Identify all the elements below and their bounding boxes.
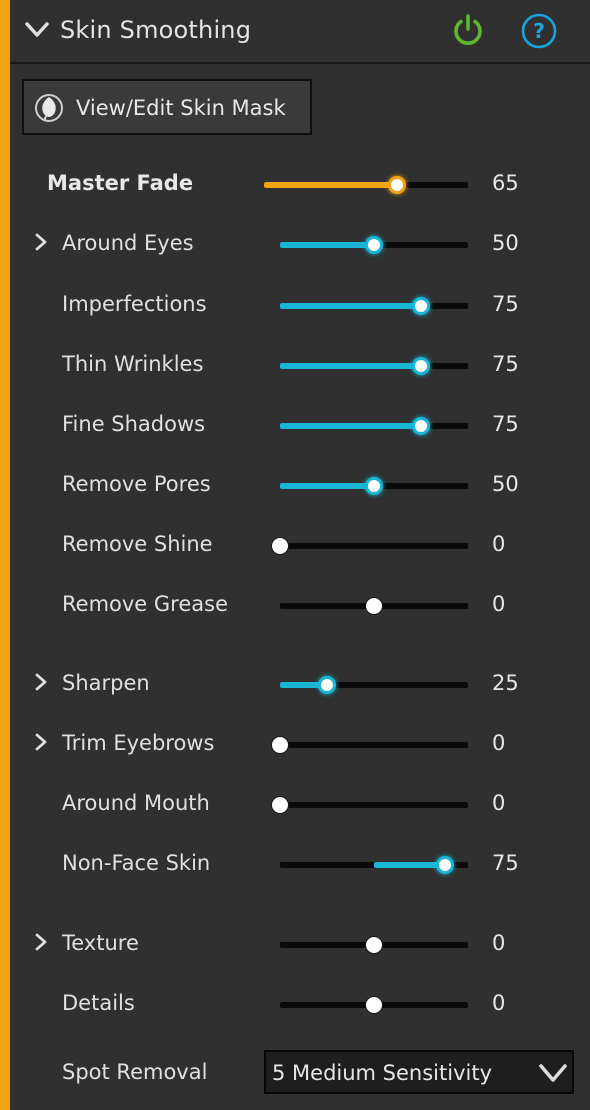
- slider-thumb[interactable]: [365, 477, 383, 495]
- slider-row: Details 0: [10, 984, 590, 1024]
- slider-row: Fine Shadows 75: [10, 405, 590, 445]
- slider-value: 0: [492, 532, 506, 556]
- slider-label: Trim Eyebrows: [62, 731, 215, 755]
- slider-thumb[interactable]: [412, 417, 430, 435]
- slider-value: 0: [492, 731, 506, 755]
- slider-value: 25: [492, 671, 519, 695]
- slider-row: Around Mouth 0: [10, 784, 590, 824]
- slider-thumb[interactable]: [412, 357, 430, 375]
- slider-label: Imperfections: [62, 292, 207, 316]
- slider-track[interactable]: [271, 537, 468, 555]
- slider-track[interactable]: [280, 936, 468, 954]
- chevron-down-icon: [539, 1064, 567, 1082]
- slider-thumb[interactable]: [271, 796, 289, 814]
- spot-removal-label: Spot Removal: [62, 1060, 208, 1084]
- slider-row: Around Eyes 50: [10, 224, 590, 264]
- slider-track[interactable]: [280, 477, 468, 495]
- slider-row: Sharpen 25: [10, 664, 590, 704]
- slider-label: Remove Grease: [62, 592, 228, 616]
- slider-thumb[interactable]: [365, 936, 383, 954]
- slider-value: 50: [492, 231, 519, 255]
- slider-thumb[interactable]: [318, 676, 336, 694]
- spot-removal-value: 5 Medium Sensitivity: [272, 1061, 493, 1085]
- skin-smoothing-panel: Skin Smoothing ? View/Edit Skin Mask Mas…: [10, 0, 590, 1110]
- view-edit-skin-mask-button[interactable]: View/Edit Skin Mask: [22, 79, 312, 135]
- panel-title: Skin Smoothing: [60, 16, 252, 44]
- slider-fill: [280, 423, 421, 429]
- slider-value: 0: [492, 931, 506, 955]
- slider-label: Sharpen: [62, 671, 150, 695]
- slider-row: Imperfections 75: [10, 285, 590, 325]
- slider-label: Fine Shadows: [62, 412, 206, 436]
- panel-header[interactable]: Skin Smoothing ?: [10, 0, 590, 64]
- slider-track[interactable]: [280, 856, 468, 874]
- slider-value: 75: [492, 292, 519, 316]
- slider-track[interactable]: [280, 597, 468, 615]
- slider-row: Remove Pores 50: [10, 465, 590, 505]
- slider-label: Thin Wrinkles: [62, 352, 204, 376]
- power-icon[interactable]: [450, 13, 486, 49]
- chevron-right-icon[interactable]: [34, 232, 48, 252]
- slider-row: Remove Shine 0: [10, 525, 590, 565]
- slider-thumb[interactable]: [412, 297, 430, 315]
- slider-track[interactable]: [280, 676, 468, 694]
- slider-value: 65: [492, 171, 519, 195]
- chevron-down-icon[interactable]: [24, 20, 50, 40]
- slider-value: 75: [492, 851, 519, 875]
- slider-thumb[interactable]: [365, 996, 383, 1014]
- svg-text:?: ?: [533, 19, 545, 43]
- slider-fill: [280, 483, 374, 489]
- slider-fill: [280, 303, 421, 309]
- skin-mask-icon: [35, 94, 63, 122]
- slider-track[interactable]: [264, 176, 468, 194]
- slider-row: Non-Face Skin 75: [10, 844, 590, 884]
- slider-row: Trim Eyebrows 0: [10, 724, 590, 764]
- slider-thumb[interactable]: [271, 736, 289, 754]
- slider-row: Master Fade 65: [10, 164, 590, 204]
- slider-label: Remove Shine: [62, 532, 213, 556]
- slider-track[interactable]: [280, 357, 468, 375]
- slider-track[interactable]: [271, 736, 468, 754]
- slider-value: 75: [492, 412, 519, 436]
- slider-value: 0: [492, 991, 506, 1015]
- chevron-right-icon[interactable]: [34, 932, 48, 952]
- slider-thumb[interactable]: [365, 597, 383, 615]
- slider-value: 0: [492, 791, 506, 815]
- slider-thumb[interactable]: [387, 176, 406, 194]
- slider-label: Texture: [62, 931, 139, 955]
- slider-track[interactable]: [271, 796, 468, 814]
- help-icon[interactable]: ?: [520, 12, 558, 50]
- slider-label: Details: [62, 991, 135, 1015]
- slider-track[interactable]: [280, 297, 468, 315]
- slider-value: 50: [492, 472, 519, 496]
- slider-track[interactable]: [280, 996, 468, 1014]
- slider-label: Non-Face Skin: [62, 851, 211, 875]
- slider-fill: [374, 862, 445, 868]
- slider-row: Remove Grease 0: [10, 585, 590, 625]
- chevron-right-icon[interactable]: [34, 732, 48, 752]
- slider-label: Around Mouth: [62, 791, 210, 815]
- slider-track[interactable]: [280, 236, 468, 254]
- slider-row: Thin Wrinkles 75: [10, 345, 590, 385]
- slider-fill: [264, 182, 397, 188]
- slider-value: 0: [492, 592, 506, 616]
- slider-fill: [280, 242, 374, 248]
- slider-value: 75: [492, 352, 519, 376]
- slider-label: Master Fade: [47, 171, 194, 195]
- slider-row: Texture 0: [10, 924, 590, 964]
- slider-label: Around Eyes: [62, 231, 194, 255]
- spot-removal-select[interactable]: 5 Medium Sensitivity: [264, 1050, 574, 1094]
- slider-track[interactable]: [280, 417, 468, 435]
- chevron-right-icon[interactable]: [34, 672, 48, 692]
- slider-thumb[interactable]: [435, 856, 454, 874]
- slider-label: Remove Pores: [62, 472, 211, 496]
- slider-fill: [280, 363, 421, 369]
- slider-thumb[interactable]: [365, 236, 383, 254]
- slider-thumb[interactable]: [271, 537, 289, 555]
- mask-button-label: View/Edit Skin Mask: [76, 96, 286, 120]
- accent-bar: [0, 0, 10, 1110]
